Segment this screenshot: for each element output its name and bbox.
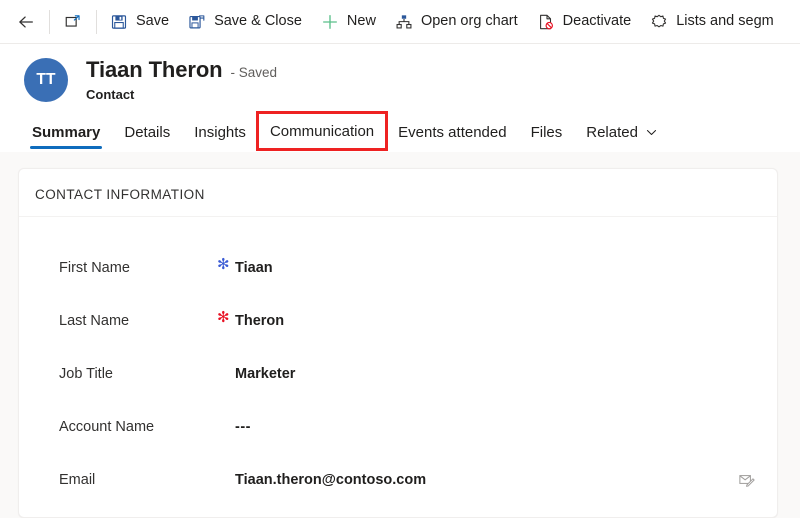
field-list: First Name ✻ Tiaan Last Name ✻ Theron Jo… <box>19 223 777 506</box>
crm-record-page: Save Save & Close New Open org chart Dea… <box>0 0 800 518</box>
field-label-job-title: Job Title <box>59 365 113 382</box>
tab-details[interactable]: Details <box>112 112 182 152</box>
asterisk-placeholder-job-title: ✻ <box>217 363 235 378</box>
tab-related[interactable]: Related <box>574 112 670 152</box>
field-value-job-title[interactable]: Marketer <box>235 366 759 382</box>
field-row-job-title: Job Title ✻ Marketer <box>19 347 777 400</box>
plus-icon <box>320 12 340 32</box>
chevron-down-icon <box>645 126 658 139</box>
save-icon <box>109 12 129 32</box>
field-label-account-name: Account Name <box>59 418 155 435</box>
required-asterisk-last-name: ✻ <box>217 309 230 327</box>
new-button[interactable]: New <box>311 2 385 42</box>
new-label: New <box>346 13 376 30</box>
field-row-account-name: Account Name ✻ --- <box>19 400 777 453</box>
lists-segments-icon <box>649 12 669 32</box>
deactivate-icon <box>536 12 556 32</box>
field-value-email[interactable]: Tiaan.theron@contoso.com <box>235 472 733 488</box>
open-in-new-window-button[interactable] <box>53 2 93 42</box>
tab-communication[interactable]: Communication <box>255 111 389 152</box>
record-title-line: Tiaan Theron - Saved <box>86 57 277 82</box>
org-chart-icon <box>394 12 414 32</box>
entity-type-label: Contact <box>86 87 135 103</box>
deactivate-button[interactable]: Deactivate <box>527 2 641 42</box>
deactivate-label: Deactivate <box>562 13 632 30</box>
section-header-contact-information: CONTACT INFORMATION <box>19 187 777 218</box>
field-value-last-name[interactable]: Theron <box>235 313 759 329</box>
save-label: Save <box>136 13 170 30</box>
record-header: TT Tiaan Theron - Saved Contact <box>0 44 800 111</box>
avatar: TT <box>24 57 68 102</box>
form-content-area: CONTACT INFORMATION First Name ✻ Tiaan L… <box>0 152 800 518</box>
asterisk-placeholder-account-name: ✻ <box>217 416 235 431</box>
tab-communication-label: Communication <box>269 122 375 140</box>
contact-information-card: CONTACT INFORMATION First Name ✻ Tiaan L… <box>18 168 778 518</box>
field-label-email: Email <box>59 471 96 488</box>
open-in-new-window-icon <box>63 12 83 32</box>
tab-files[interactable]: Files <box>519 112 575 152</box>
field-label-last-name: Last Name <box>59 312 130 329</box>
tab-files-label: Files <box>530 123 563 141</box>
page-title: Tiaan Theron <box>86 57 223 82</box>
tab-summary-label: Summary <box>32 123 101 141</box>
tab-events-attended-label: Events attended <box>398 123 507 141</box>
field-row-first-name: First Name ✻ Tiaan <box>19 241 777 294</box>
back-arrow-icon <box>16 12 36 32</box>
asterisk-placeholder-email: ✻ <box>217 469 235 484</box>
field-row-email: Email ✻ Tiaan.theron@contoso.com <box>19 453 777 506</box>
recommended-asterisk-first-name: ✻ <box>217 256 230 274</box>
save-button[interactable]: Save <box>100 2 178 42</box>
open-org-chart-label: Open org chart <box>420 13 518 30</box>
toolbar-divider-1 <box>49 9 50 34</box>
lists-and-segments-button[interactable]: Lists and segm <box>640 2 783 42</box>
field-label-first-name: First Name <box>59 259 130 276</box>
save-and-close-label: Save & Close <box>214 13 302 30</box>
tab-details-label: Details <box>124 123 171 141</box>
record-title-block: Tiaan Theron - Saved Contact <box>86 57 277 102</box>
toolbar-divider-2 <box>96 9 97 34</box>
save-and-close-button[interactable]: Save & Close <box>178 2 311 42</box>
open-org-chart-button[interactable]: Open org chart <box>385 2 527 42</box>
save-and-close-icon <box>187 12 207 32</box>
tab-insights[interactable]: Insights <box>182 112 258 152</box>
tab-summary[interactable]: Summary <box>20 112 112 152</box>
field-row-last-name: Last Name ✻ Theron <box>19 294 777 347</box>
field-value-first-name[interactable]: Tiaan <box>235 260 759 276</box>
compose-email-icon[interactable] <box>733 471 759 488</box>
save-status-text: - Saved <box>230 65 278 80</box>
back-button[interactable] <box>6 2 46 42</box>
tab-events-attended[interactable]: Events attended <box>386 112 518 152</box>
command-bar: Save Save & Close New Open org chart Dea… <box>0 0 800 44</box>
tab-related-label: Related <box>586 123 638 141</box>
lists-and-segments-label: Lists and segm <box>676 13 774 30</box>
field-value-account-name[interactable]: --- <box>235 419 759 435</box>
tab-insights-label: Insights <box>194 123 246 141</box>
tab-bar: Summary Details Insights Communication E… <box>0 110 800 153</box>
